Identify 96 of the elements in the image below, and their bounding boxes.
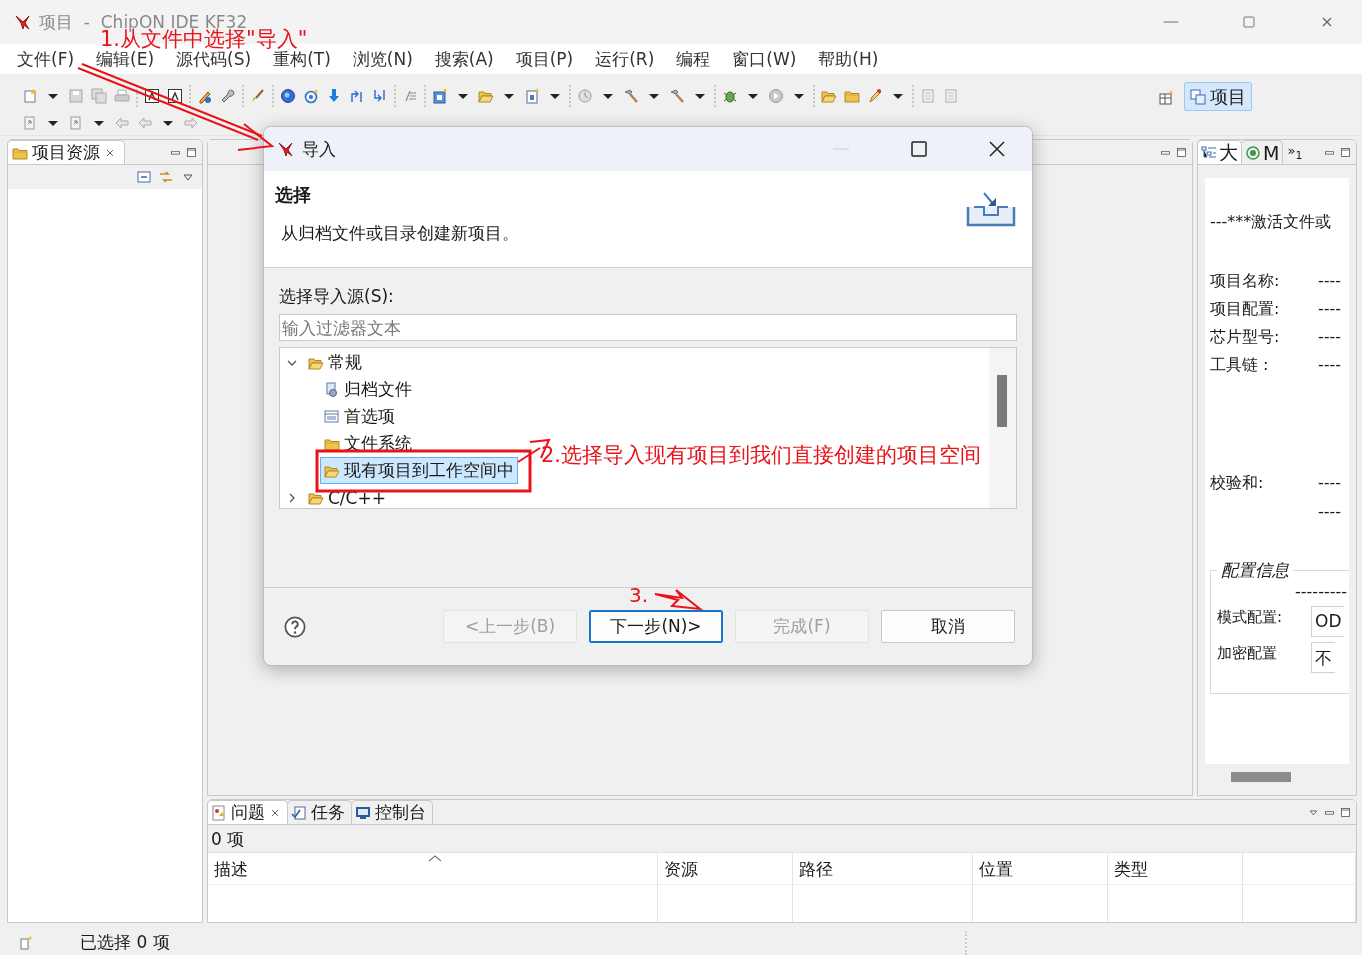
annotation-text: 3. xyxy=(629,584,649,606)
column-header[interactable]: 描述 xyxy=(208,853,657,884)
field-label: 加密配置 xyxy=(1217,643,1278,663)
outline-icon xyxy=(1201,144,1217,161)
pen-icon[interactable] xyxy=(867,88,883,104)
item-count: 0 项 xyxy=(210,828,246,851)
group-title: 配置信息 xyxy=(1220,559,1290,582)
logo-icon xyxy=(15,14,31,30)
status-text: 已选择 0 项 xyxy=(80,931,170,954)
menu-item[interactable]: 帮助(H) xyxy=(807,47,890,71)
menu-item[interactable]: 搜索(A) xyxy=(423,47,505,71)
maximize-icon[interactable] xyxy=(1339,805,1352,819)
perspective-button[interactable]: 项目 xyxy=(1184,82,1252,111)
console-icon xyxy=(355,804,371,821)
play-icon[interactable] xyxy=(768,88,784,104)
help-icon[interactable] xyxy=(284,615,306,638)
scrollbar-thumb[interactable] xyxy=(1231,772,1291,782)
maximize-icon[interactable] xyxy=(911,141,927,157)
tree-item[interactable]: 首选项 xyxy=(320,403,399,430)
dialog-button[interactable]: 下一步(N)> xyxy=(589,610,723,643)
field-label: 项目名称: xyxy=(1210,271,1281,292)
wrench-icon[interactable] xyxy=(220,88,236,104)
dropdown-field[interactable]: 不 xyxy=(1311,642,1335,673)
overflow-indicator[interactable]: »$_{1}$ xyxy=(1283,142,1307,162)
right-arrow-icon[interactable] xyxy=(183,115,199,131)
view-tab[interactable]: 控制台 xyxy=(351,800,433,824)
field-value: ---- xyxy=(1318,355,1343,376)
column-header[interactable]: 资源 xyxy=(658,853,792,884)
tree-item[interactable]: 常规 xyxy=(304,349,366,376)
import-icon xyxy=(966,192,1016,227)
dialog-title: 导入 xyxy=(302,137,336,161)
new-file-icon[interactable] xyxy=(524,88,540,104)
target-icon xyxy=(1245,144,1261,161)
step-down-arrow-icon[interactable] xyxy=(372,88,388,104)
view-tab[interactable]: M xyxy=(1241,140,1284,164)
field-label: 项目配置: xyxy=(1210,299,1281,320)
menu-item[interactable]: 浏览(N) xyxy=(341,47,424,71)
new-item-icon xyxy=(18,934,34,951)
notice-text: ---***激活文件或 xyxy=(1210,212,1333,233)
column-header[interactable]: 路径 xyxy=(793,853,972,884)
folder-icon[interactable] xyxy=(844,88,860,104)
field-value: ---- xyxy=(1318,473,1343,494)
step-up-arrow-icon[interactable] xyxy=(349,88,365,104)
menu-item[interactable]: 文件(F) xyxy=(6,47,86,71)
field-label: 模式配置: xyxy=(1217,607,1284,627)
problems-icon xyxy=(211,804,227,821)
maximize-icon[interactable] xyxy=(185,145,198,159)
page-description: 从归档文件或目录创建新项目。 xyxy=(280,222,519,245)
scrollbar-thumb[interactable] xyxy=(997,375,1007,427)
open-folder-icon[interactable] xyxy=(821,88,837,104)
field-label: 工具链 : xyxy=(1210,355,1270,376)
letter-box-icon[interactable] xyxy=(167,88,183,104)
hammer-icon[interactable] xyxy=(669,88,685,104)
field-label: 校验和: xyxy=(1210,473,1265,494)
link-icon[interactable] xyxy=(158,169,174,185)
field-value: ---- xyxy=(1318,299,1343,320)
field-value: ---- xyxy=(1318,502,1343,521)
menu-item[interactable]: 运行(R) xyxy=(584,47,666,71)
maximize-icon[interactable] xyxy=(1175,145,1188,159)
field-label: 芯片型号: xyxy=(1210,327,1281,348)
filter-field[interactable]: 输入过滤器文本 xyxy=(279,314,1017,341)
field-value: ---- xyxy=(1318,271,1343,292)
page-heading: 选择 xyxy=(275,183,312,207)
globe-icon[interactable] xyxy=(280,88,296,104)
maximize-icon[interactable] xyxy=(1339,145,1352,159)
bug-icon[interactable] xyxy=(722,88,738,104)
menu-item[interactable]: 项目(P) xyxy=(504,47,585,71)
view-tab[interactable]: 大 xyxy=(1198,140,1242,164)
down-arrow-icon[interactable] xyxy=(326,88,342,104)
dialog-button[interactable]: 取消 xyxy=(881,610,1015,643)
column-header[interactable]: 位置 xyxy=(973,853,1107,884)
column-header[interactable]: 类型 xyxy=(1108,853,1242,884)
close-icon[interactable] xyxy=(989,141,1005,157)
archive-icon xyxy=(324,381,340,398)
view-tab[interactable]: 任务 xyxy=(287,800,352,824)
tasks-icon xyxy=(291,804,307,821)
dropdown-field[interactable]: OD xyxy=(1311,606,1345,637)
annotation-text: 2.选择导入现有项目到我们直接创建的项目空间 xyxy=(541,444,982,468)
list-icon[interactable] xyxy=(402,88,418,104)
menu-item[interactable]: 编程 xyxy=(665,47,722,71)
menu-item[interactable]: 窗口(W) xyxy=(721,47,808,71)
brush-icon[interactable] xyxy=(250,88,266,104)
preferences-icon xyxy=(324,408,340,425)
view-tab[interactable]: 项目资源 xyxy=(8,140,125,164)
collapse-all-icon[interactable] xyxy=(136,169,152,185)
view-tab[interactable]: 问题 xyxy=(208,800,288,824)
tree-item[interactable]: 归档文件 xyxy=(320,376,416,403)
tree-item[interactable]: 现有项目到工作空间中 xyxy=(320,457,518,484)
open-folder-icon[interactable] xyxy=(478,88,494,104)
field-value: ---- xyxy=(1318,327,1343,348)
field-label: 选择导入源(S): xyxy=(279,285,395,308)
separator-text: --------- xyxy=(1294,582,1348,601)
hammer-icon[interactable] xyxy=(623,88,639,104)
logo-icon xyxy=(278,141,294,157)
annotation-arrow xyxy=(654,589,704,611)
new-class-icon[interactable] xyxy=(432,88,448,104)
